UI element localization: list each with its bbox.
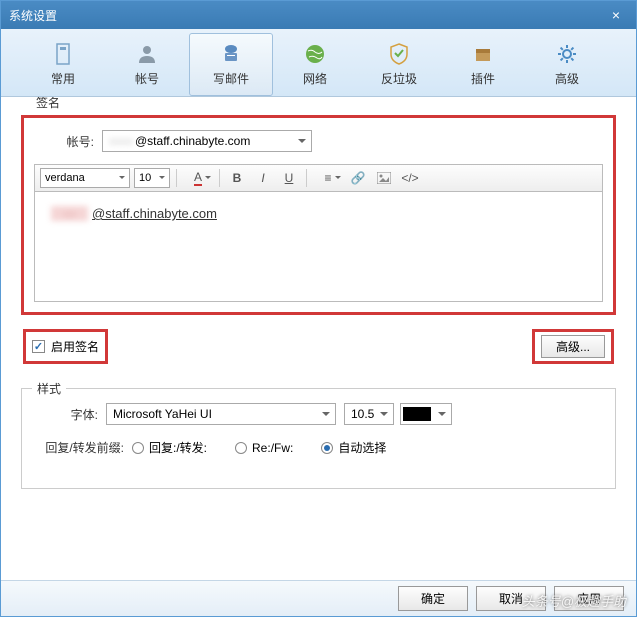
- window-title: 系统设置: [9, 7, 604, 24]
- radio-english[interactable]: Re:/Fw:: [235, 441, 293, 455]
- tab-label: 高级: [555, 70, 579, 87]
- link-button[interactable]: 🔗: [347, 168, 369, 188]
- signature-bottom: 启用签名 高级...: [21, 329, 616, 364]
- source-button[interactable]: </>: [399, 168, 421, 188]
- cancel-button[interactable]: 取消: [476, 586, 546, 611]
- signature-fieldset: 签名 帐号: xxxx @staff.chinabyte.com verdana…: [21, 115, 616, 364]
- fontsize-select[interactable]: 10.5: [344, 403, 394, 425]
- tab-label: 反垃圾: [381, 70, 417, 87]
- editor-size-select[interactable]: 10: [134, 168, 170, 188]
- image-button[interactable]: [373, 168, 395, 188]
- tab-label: 写邮件: [213, 70, 249, 87]
- reply-prefix-group: 回复:/转发: Re:/Fw: 自动选择: [132, 439, 386, 456]
- radio-icon: [132, 442, 144, 454]
- signature-email: @staff.chinabyte.com: [92, 206, 217, 221]
- account-label: 帐号:: [34, 133, 94, 150]
- text-color-button[interactable]: A: [183, 168, 213, 188]
- advanced-frame: 高级...: [532, 329, 614, 364]
- settings-window: 系统设置 × 常用 帐号 写邮件 网络 反垃圾 插件 高级: [0, 0, 637, 617]
- font-color-select[interactable]: [400, 403, 452, 425]
- content-area: 签名 帐号: xxxx @staff.chinabyte.com verdana…: [1, 97, 636, 580]
- font-row: 字体: Microsoft YaHei UI 10.5: [38, 403, 599, 425]
- general-icon: [51, 42, 75, 66]
- font-select[interactable]: Microsoft YaHei UI: [106, 403, 336, 425]
- signature-legend: 签名: [31, 97, 65, 111]
- compose-icon: [219, 42, 243, 66]
- radio-chinese[interactable]: 回复:/转发:: [132, 439, 207, 456]
- editor-font-select[interactable]: verdana: [40, 168, 130, 188]
- tab-label: 常用: [51, 70, 75, 87]
- shield-icon: [387, 42, 411, 66]
- underline-button[interactable]: U: [278, 168, 300, 188]
- tab-plugin[interactable]: 插件: [441, 33, 525, 96]
- font-label: 字体:: [38, 406, 98, 423]
- tab-label: 网络: [303, 70, 327, 87]
- footer: 确定 取消 应用 头条号@极趣手助: [1, 580, 636, 616]
- globe-icon: [303, 42, 327, 66]
- tab-label: 帐号: [135, 70, 159, 87]
- account-select[interactable]: xxxx @staff.chinabyte.com: [102, 130, 312, 152]
- style-legend: 样式: [32, 380, 66, 397]
- signature-editor: verdana 10 A B I U ≡ 🔗 </>: [34, 164, 603, 302]
- gear-icon: [555, 42, 579, 66]
- account-row: 帐号: xxxx @staff.chinabyte.com: [34, 130, 603, 152]
- tab-general[interactable]: 常用: [21, 33, 105, 96]
- enable-signature-checkbox[interactable]: [32, 340, 45, 353]
- advanced-button[interactable]: 高级...: [541, 335, 605, 358]
- tab-network[interactable]: 网络: [273, 33, 357, 96]
- radio-auto[interactable]: 自动选择: [321, 439, 386, 456]
- titlebar: 系统设置 ×: [1, 1, 636, 29]
- tab-compose[interactable]: 写邮件: [189, 33, 273, 96]
- reply-prefix-label: 回复/转发前缀:: [38, 439, 124, 456]
- radio-icon: [235, 442, 247, 454]
- plugin-icon: [471, 42, 495, 66]
- reply-prefix-row: 回复/转发前缀: 回复:/转发: Re:/Fw: 自动选择: [38, 439, 599, 456]
- person-icon: [135, 42, 159, 66]
- enable-signature-frame: 启用签名: [23, 329, 108, 364]
- toolbar: 常用 帐号 写邮件 网络 反垃圾 插件 高级: [1, 29, 636, 97]
- editor-toolbar: verdana 10 A B I U ≡ 🔗 </>: [34, 164, 603, 192]
- ok-button[interactable]: 确定: [398, 586, 468, 611]
- editor-body[interactable]: xx@staff.chinabyte.com: [34, 192, 603, 302]
- enable-signature-label: 启用签名: [51, 338, 99, 355]
- account-value: @staff.chinabyte.com: [135, 134, 250, 148]
- tab-label: 插件: [471, 70, 495, 87]
- apply-button[interactable]: 应用: [554, 586, 624, 611]
- bold-button[interactable]: B: [226, 168, 248, 188]
- close-button[interactable]: ×: [604, 7, 628, 23]
- radio-icon: [321, 442, 333, 454]
- align-button[interactable]: ≡: [313, 168, 343, 188]
- tab-antispam[interactable]: 反垃圾: [357, 33, 441, 96]
- tab-advanced[interactable]: 高级: [525, 33, 609, 96]
- tab-account[interactable]: 帐号: [105, 33, 189, 96]
- style-fieldset: 样式 字体: Microsoft YaHei UI 10.5 回复/转发前缀: …: [21, 388, 616, 489]
- italic-button[interactable]: I: [252, 168, 274, 188]
